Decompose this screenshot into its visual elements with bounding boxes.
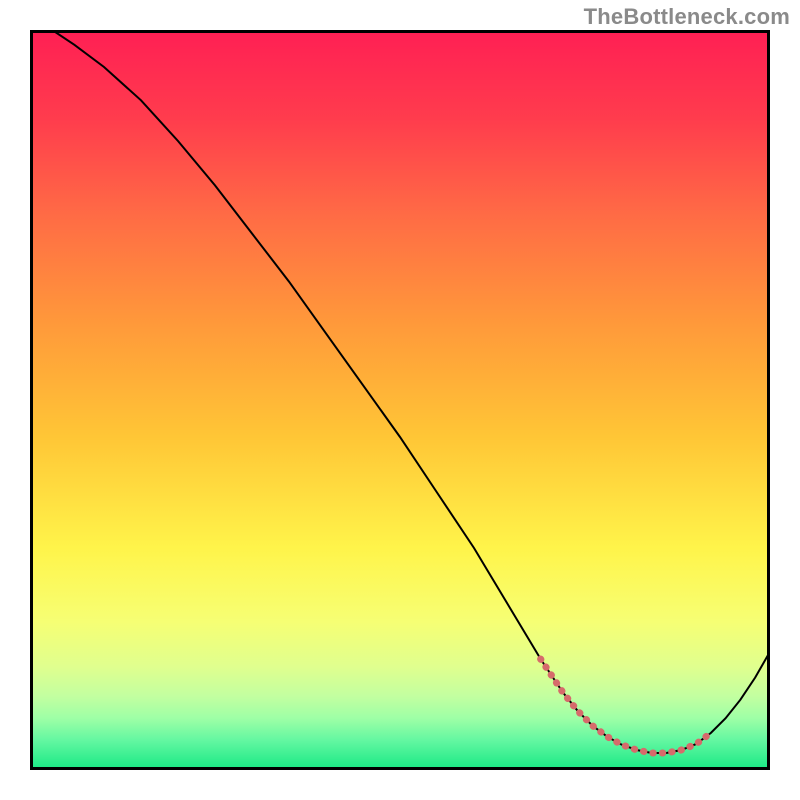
chart-container: TheBottleneck.com [0,0,800,800]
chart-lines [30,30,770,770]
plot-area [30,30,770,770]
series-main-curve [52,30,770,753]
series-highlight-segment [541,659,711,753]
attribution-label: TheBottleneck.com [584,4,790,30]
